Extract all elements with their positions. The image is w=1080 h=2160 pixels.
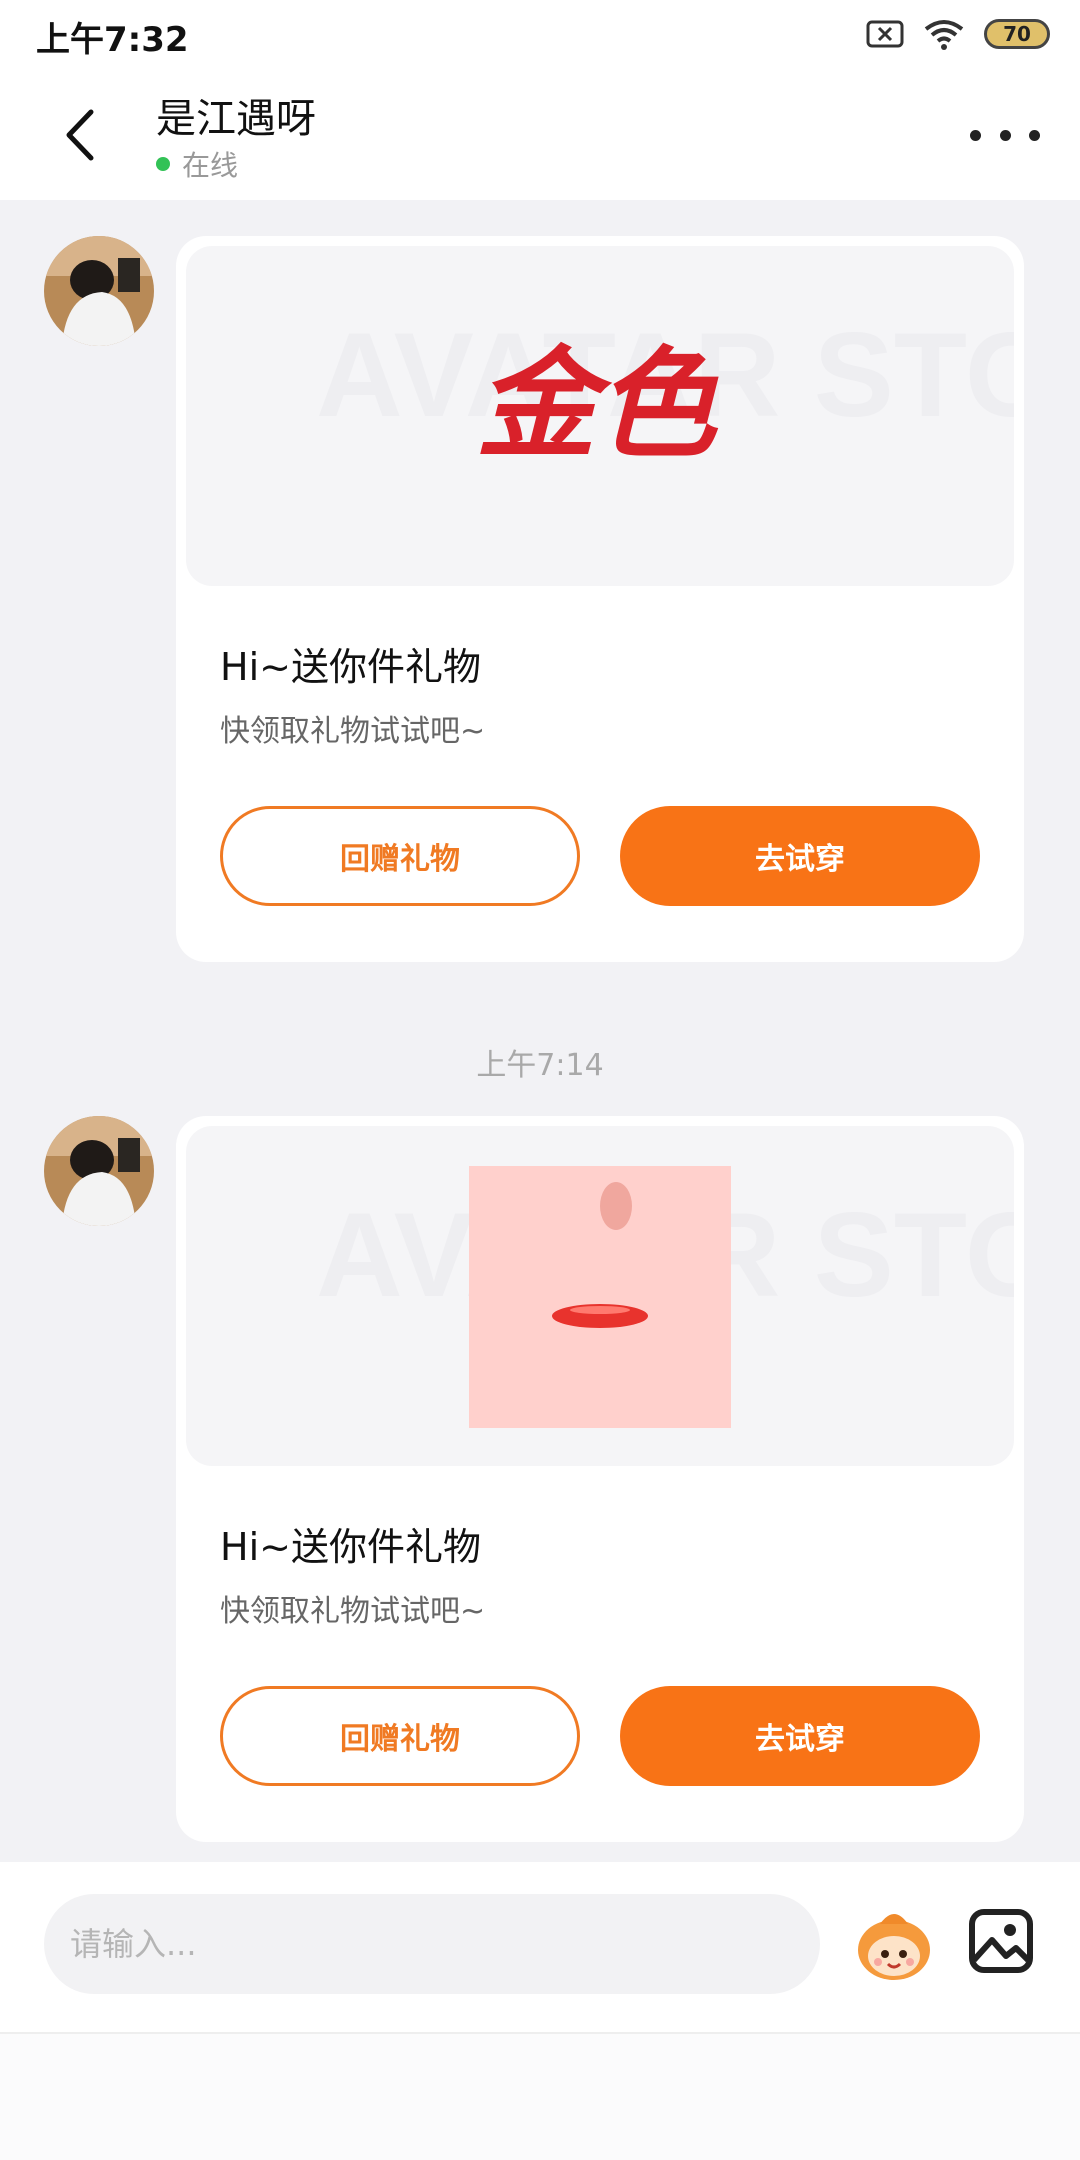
chevron-left-icon (66, 109, 94, 161)
battery-icon: 70 (984, 19, 1050, 49)
avatar-photo (44, 1116, 154, 1226)
bottom-area (0, 2032, 1080, 2160)
try-on-button[interactable]: 去试穿 (620, 1686, 980, 1786)
status-icons: 70 (866, 14, 1050, 54)
gift-subtitle: 快领取礼物试试吧~ (220, 1594, 486, 1629)
return-gift-button[interactable]: 回赠礼物 (220, 1686, 580, 1786)
gift-card: AVATAR STORE 金色 Hi~送你件礼物 快领取礼物试试吧~ 回赠礼物 … (176, 236, 1024, 962)
status-time: 上午7:32 (36, 20, 189, 60)
message-input[interactable] (44, 1894, 820, 1994)
emoji-mascot-icon (858, 1914, 930, 1980)
gift-banner: AVATAR STORE (186, 1126, 1014, 1466)
more-dot (970, 129, 981, 141)
image-button[interactable] (966, 1906, 1036, 1976)
more-dot (1029, 129, 1040, 141)
sim-off-icon (866, 20, 904, 48)
sender-avatar[interactable] (44, 236, 154, 346)
battery-level: 70 (1003, 22, 1031, 46)
gift-title: Hi~送你件礼物 (220, 1525, 481, 1569)
more-dot (999, 129, 1011, 141)
image-icon (969, 1909, 1033, 1973)
nose-shape (600, 1182, 632, 1230)
gift-subtitle: 快领取礼物试试吧~ (220, 714, 486, 749)
online-text: 在线 (182, 149, 239, 182)
gift-product-text: 金色 (476, 334, 719, 475)
message-input-bar (0, 1862, 1080, 2032)
message-timestamp: 上午7:14 (476, 1048, 604, 1083)
more-options-button[interactable] (970, 110, 1040, 160)
return-gift-button[interactable]: 回赠礼物 (220, 806, 580, 906)
online-dot (156, 157, 170, 171)
gift-banner-art: AVATAR STORE (316, 1166, 1014, 1428)
contact-name: 是江遇呀 (156, 96, 316, 142)
back-button[interactable] (50, 100, 110, 170)
avatar-photo (44, 236, 154, 346)
sender-avatar[interactable] (44, 1116, 154, 1226)
lips-swatch (469, 1166, 731, 1428)
emoji-button[interactable] (850, 1900, 938, 1988)
gift-card: AVATAR STORE Hi~送你件礼物 快领取礼物试试吧~ 回赠礼物 去试穿 (176, 1116, 1024, 1842)
online-status: 在线 (156, 144, 238, 184)
wifi-icon (924, 20, 964, 50)
chat-header: 是江遇呀 在线 (0, 70, 1080, 200)
gift-title: Hi~送你件礼物 (220, 645, 481, 689)
status-bar: 上午7:32 70 (0, 0, 1080, 70)
try-on-button[interactable]: 去试穿 (620, 806, 980, 906)
gift-banner-art: AVATAR STORE 金色 (316, 308, 1014, 475)
gift-banner: AVATAR STORE 金色 (186, 246, 1014, 586)
